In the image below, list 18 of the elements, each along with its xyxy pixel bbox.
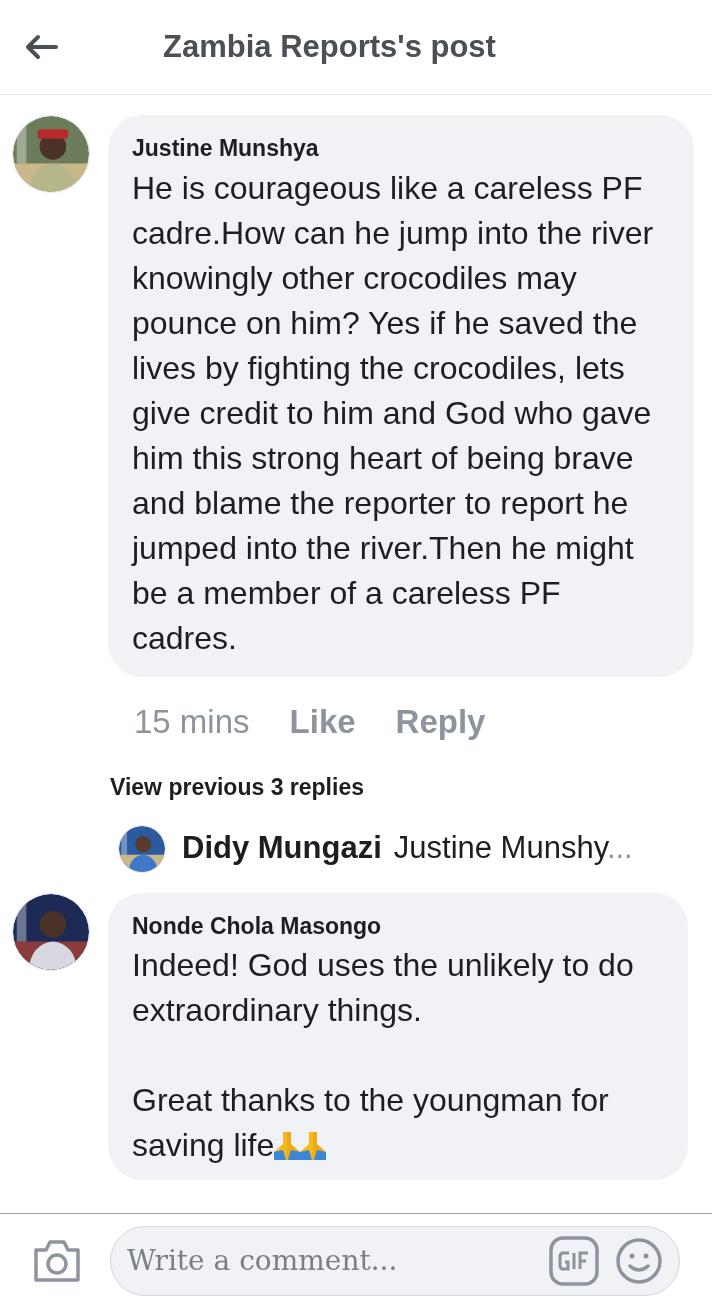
comment-text: Great thanks to the youngman for saving life [132, 1081, 610, 1165]
comment-time: 15 mins [134, 701, 250, 742]
praying-hands-icon [300, 1132, 327, 1160]
comment-author[interactable]: Justine Munshya [132, 131, 670, 166]
back-arrow-icon[interactable] [24, 34, 58, 60]
smiley-icon[interactable] [615, 1237, 663, 1285]
reply-preview-text: Justine Munshy... [393, 829, 633, 868]
reply-author[interactable]: Didy Mungazi [182, 825, 382, 872]
view-replies-link[interactable]: View previous 3 replies [0, 770, 712, 805]
comment-text: He is courageous like a careless PF cadre.How can he jump into the river knowingly other crocodiles may pounce on him? Yes if he saved the lives by fighting the crocodiles, lets give credit to him and God who gave him this strong heart of being brave and blame the reporter to report he jumped into the river.Then he might be a member of a careless PF cadres. [132, 168, 655, 658]
post-title: Zambia Reports's post [163, 27, 496, 66]
gif-icon[interactable] [549, 1236, 599, 1286]
comment-field[interactable]: Write a comment... [110, 1226, 680, 1296]
praying-hands-icon [274, 1132, 301, 1160]
comment-text: Indeed! God uses the unlikely to do extraordinary things. [132, 946, 635, 1030]
comment-author[interactable]: Nonde Chola Masongo [132, 908, 664, 943]
comment-input[interactable]: Write a comment... [127, 1240, 533, 1282]
camera-icon[interactable] [32, 1238, 82, 1284]
